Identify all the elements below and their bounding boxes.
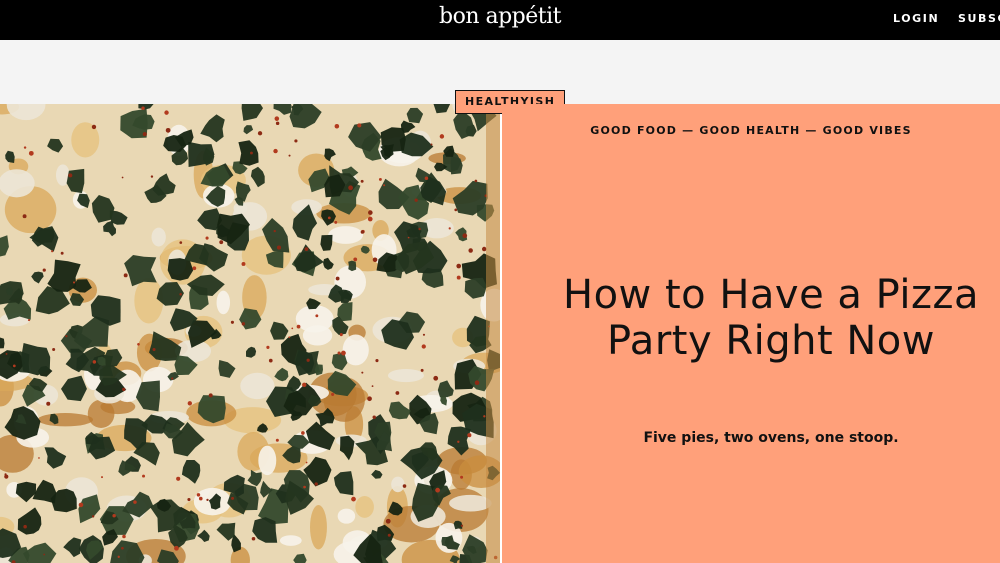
hero-image[interactable] <box>0 104 500 563</box>
hero-panel: GOOD FOOD — GOOD HEALTH — GOOD VIBES How… <box>502 104 1000 563</box>
login-link[interactable]: LOGIN <box>893 12 939 25</box>
subscribe-link[interactable]: SUBSCRIBE <box>958 12 1000 25</box>
site-header: bon appétit LOGIN SUBSCRIBE <box>0 0 1000 40</box>
article-dek: Five pies, two ovens, one stoop. <box>643 430 899 446</box>
site-logo[interactable]: bon appétit <box>0 4 1000 29</box>
article-headline[interactable]: How to Have a Pizza Party Right Now <box>562 272 980 364</box>
section-subhead: GOOD FOOD — GOOD HEALTH — GOOD VIBES <box>590 124 912 137</box>
pizza-photo <box>0 104 500 563</box>
